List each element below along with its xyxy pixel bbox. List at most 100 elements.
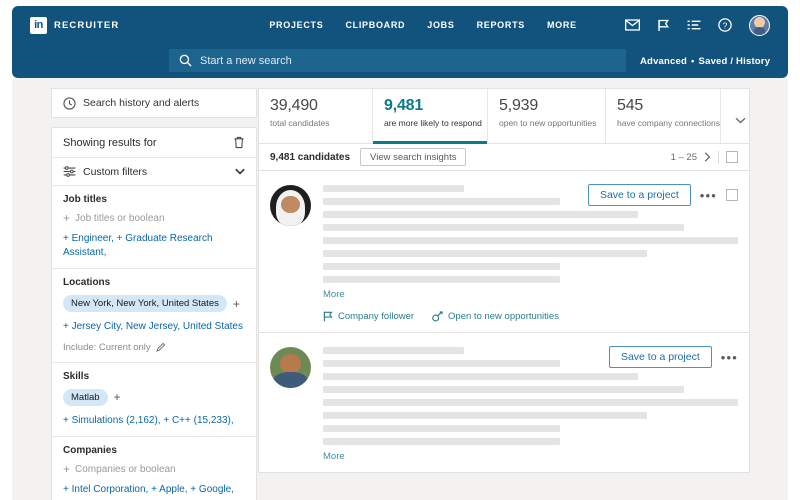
view-search-insights-button[interactable]: View search insights — [360, 148, 467, 166]
stat-label: are more likely to respond — [384, 118, 482, 128]
saved-history-link[interactable]: Saved / History — [699, 56, 771, 67]
toolbar-divider — [718, 150, 719, 164]
filter-suggestions[interactable]: + Intel Corporation, + Apple, + Google, — [63, 483, 245, 497]
badge-open-to-opportunities: Open to new opportunities — [432, 311, 559, 322]
select-all-checkbox[interactable] — [726, 151, 738, 163]
pencil-icon[interactable] — [155, 342, 166, 352]
pagination-range: 1 – 25 — [670, 151, 697, 163]
filter-title: Skills — [63, 370, 90, 382]
filter-chips-skills: Matlab + — [63, 388, 245, 406]
svg-text:?: ? — [723, 20, 728, 30]
save-to-project-button[interactable]: Save to a project — [587, 184, 691, 206]
skeleton-line — [323, 185, 465, 192]
candidate-actions: Save to a project ••• — [608, 346, 738, 368]
candidate-select-checkbox[interactable] — [726, 189, 738, 201]
stat-tab-total-candidates[interactable]: 39,490 total candidates — [259, 89, 373, 143]
nav-link-reports[interactable]: REPORTS — [477, 20, 525, 30]
skeleton-line — [323, 425, 560, 432]
chevron-right-icon[interactable] — [704, 152, 711, 162]
skeleton-line — [323, 386, 685, 393]
nav-icon-group: ? — [625, 6, 770, 44]
skeleton-line — [323, 224, 685, 231]
skeleton-line — [323, 347, 465, 354]
search-history-and-alerts-button[interactable]: Search history and alerts — [51, 88, 257, 118]
filter-chip[interactable]: New York, New York, United States — [63, 295, 227, 312]
brand-logo[interactable]: in RECRUITER — [30, 16, 120, 34]
filter-chip[interactable]: Matlab — [63, 388, 108, 406]
stat-number: 545 — [617, 97, 644, 114]
results-panel: 39,490 total candidates 9,481 are more l… — [258, 88, 750, 473]
search-history-label: Search history and alerts — [83, 97, 200, 109]
custom-filters-label: Custom filters — [83, 165, 148, 178]
filter-section-skills: Skills Matlab + + Simulations (2,162), +… — [52, 363, 256, 437]
clock-icon — [63, 96, 76, 110]
overflow-menu-button[interactable]: ••• — [700, 189, 717, 202]
more-link[interactable]: More — [323, 451, 738, 462]
filter-section-job-titles: Job titles + Job titles or boolean + Eng… — [52, 186, 256, 269]
include-label: Include: Current only — [63, 341, 151, 353]
filter-input-job-titles[interactable]: + Job titles or boolean — [63, 212, 245, 224]
product-name: RECRUITER — [54, 19, 120, 31]
custom-filters-row[interactable]: Custom filters — [52, 158, 256, 186]
stat-tab-open-to-opportunities[interactable]: 5,939 open to new opportunities — [488, 89, 606, 143]
plus-icon: + — [63, 462, 71, 476]
candidate-badges: Company follower Open to new opportuniti… — [323, 311, 738, 322]
skeleton-line — [323, 237, 738, 244]
candidate-avatar[interactable] — [270, 347, 311, 388]
chevron-down-icon — [735, 117, 746, 123]
filter-input-companies[interactable]: + Companies or boolean — [63, 463, 245, 475]
results-count: 9,481 candidates — [270, 151, 351, 163]
mail-icon[interactable] — [625, 19, 640, 31]
location-include-row[interactable]: Include: Current only — [63, 342, 245, 353]
stat-tab-company-connections[interactable]: 545 have company connections — [606, 89, 722, 143]
candidate-card[interactable]: More Company follower Open to new opport… — [258, 171, 750, 333]
stat-tab-likely-to-respond[interactable]: 9,481 are more likely to respond — [373, 89, 488, 144]
filters-card: Showing results for Custom filters Job t… — [51, 127, 257, 500]
filter-section-companies: Companies + Companies or boolean + Intel… — [52, 437, 256, 500]
filter-title: Companies — [63, 445, 117, 456]
avatar[interactable] — [749, 14, 770, 36]
filter-section-locations: Locations New York, New York, United Sta… — [52, 269, 256, 363]
linkedin-logo-icon: in — [30, 16, 47, 34]
candidate-actions: Save to a project ••• — [587, 184, 738, 206]
tasks-icon[interactable] — [687, 19, 701, 31]
filter-suggestions[interactable]: + Engineer, + Graduate Research Assistan… — [63, 232, 245, 259]
stat-number: 5,939 — [499, 97, 539, 114]
flag-icon[interactable] — [657, 19, 670, 32]
more-link[interactable]: More — [323, 289, 738, 300]
filter-icon — [63, 166, 76, 177]
nav-link-clipboard[interactable]: CLIPBOARD — [345, 20, 405, 30]
badge-label: Open to new opportunities — [448, 311, 559, 322]
badge-company-follower: Company follower — [323, 311, 414, 322]
stat-number: 9,481 — [384, 97, 424, 114]
search-quick-links: Advanced • Saved / History — [640, 44, 770, 78]
nav-link-projects[interactable]: PROJECTS — [269, 20, 323, 30]
skeleton-line — [323, 360, 560, 367]
showing-results-header: Showing results for — [52, 128, 256, 158]
add-skill-icon[interactable]: + — [114, 391, 121, 403]
candidate-avatar[interactable] — [270, 185, 311, 226]
flag-icon — [323, 311, 333, 322]
save-to-project-button[interactable]: Save to a project — [608, 346, 712, 368]
trash-icon[interactable] — [233, 136, 245, 149]
skeleton-line — [323, 263, 560, 270]
filter-suggestions[interactable]: + Jersey City, New Jersey, United States — [63, 320, 245, 334]
help-icon[interactable]: ? — [718, 18, 732, 32]
stats-expand-button[interactable] — [721, 89, 749, 143]
nav-link-more[interactable]: MORE — [547, 20, 577, 30]
search-input[interactable]: Start a new search — [169, 49, 626, 72]
filter-suggestions[interactable]: + Simulations (2,162), + C++ (15,233), — [63, 414, 245, 428]
chevron-down-icon[interactable] — [235, 168, 245, 175]
advanced-search-link[interactable]: Advanced — [640, 56, 687, 67]
search-bar-row: Start a new search Advanced • Saved / Hi… — [12, 44, 788, 78]
overflow-menu-button[interactable]: ••• — [721, 351, 738, 364]
filter-placeholder: Job titles or boolean — [75, 212, 165, 224]
skeleton-line — [323, 412, 647, 419]
nav-link-jobs[interactable]: JOBS — [427, 20, 454, 30]
candidate-card[interactable]: More Save to a project ••• — [258, 333, 750, 473]
app-window: in RECRUITER PROJECTS CLIPBOARD JOBS REP… — [0, 0, 800, 500]
top-navigation-bar: in RECRUITER PROJECTS CLIPBOARD JOBS REP… — [12, 6, 788, 44]
skeleton-line — [323, 373, 639, 380]
skeleton-line — [323, 438, 560, 445]
add-location-icon[interactable]: + — [233, 298, 240, 310]
